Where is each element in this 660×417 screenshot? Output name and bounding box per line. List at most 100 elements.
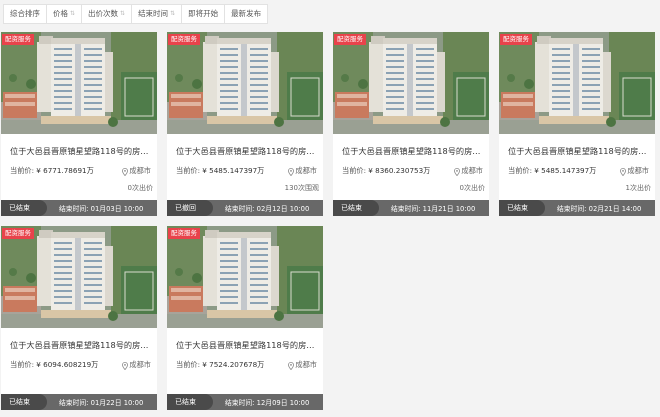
listing-title[interactable]: 位于大邑县晋原镇星望路118号的房屋、... [176,145,320,157]
price-label: 当前价: [176,360,200,369]
price-row: 当前价: ¥ 5485.147397万 成都市 [176,166,317,176]
price-info: 当前价: ¥ 5485.147397万 [508,166,596,176]
sort-label: 即将开始 [188,9,219,18]
bid-count: 1次出价 [625,184,651,192]
status-bar: 已结束 结束时间: 02月21日 14:00 [499,200,655,216]
auction-card[interactable]: 配资服务 位于大邑县晋原镇星望路118号的房屋、... 当前价: ¥ 8360.… [333,32,489,216]
sort-label: 出价次数 [88,9,119,18]
property-photo[interactable]: 配资服务 [333,32,489,134]
price-label: 当前价: [176,166,200,175]
bid-count: 0次出价 [459,184,485,192]
location-text: 成都市 [129,360,151,369]
sort-bid-count[interactable]: 出价次数 ⇅ [82,5,133,23]
status-bar: 已撤回 结束时间: 02月12日 10:00 [167,200,323,216]
current-price: ¥ 8360.230753万 [368,166,431,175]
auction-card[interactable]: 配资服务 位于大邑县晋原镇星望路118号的房屋、... 当前价: ¥ 7524.… [167,226,323,410]
status-bar: 已结束 结束时间: 11月21日 10:00 [333,200,489,216]
property-photo[interactable]: 配资服务 [167,226,323,328]
location-pin-icon [122,167,129,176]
status-badge: 已撤回 [167,200,213,216]
location: 成都市 [288,360,317,370]
location: 成都市 [122,166,151,176]
property-photo[interactable]: 配资服务 [1,226,157,328]
status-bar: 已结束 结束时间: 01月03日 10:00 [1,200,157,216]
price-label: 当前价: [10,360,34,369]
current-price: ¥ 5485.147397万 [202,166,265,175]
sort-starting-soon[interactable]: 即将开始 [182,5,226,23]
end-time: 结束时间: 01月03日 10:00 [59,205,144,213]
service-tag: 配资服务 [2,34,34,45]
service-tag: 配资服务 [500,34,532,45]
location-text: 成都市 [295,360,317,369]
price-label: 当前价: [342,166,366,175]
location-text: 成都市 [295,166,317,175]
bid-count: 0次出价 [127,184,153,192]
sort-label: 最新发布 [231,9,262,18]
end-time: 结束时间: 11月21日 10:00 [391,205,476,213]
price-info: 当前价: ¥ 6094.608219万 [10,360,98,370]
listing-title[interactable]: 位于大邑县晋原镇星望路118号的房屋、... [176,339,320,351]
current-price: ¥ 6094.608219万 [36,360,99,369]
auction-card[interactable]: 配资服务 位于大邑县晋原镇星望路118号的房屋、... 当前价: ¥ 6771.… [1,32,157,216]
sort-end-time[interactable]: 结束时间 ⇅ [132,5,183,23]
listing-title[interactable]: 位于大邑县晋原镇星望路118号的房屋、... [10,339,154,351]
price-info: 当前价: ¥ 5485.147397万 [176,166,264,176]
location-text: 成都市 [627,166,649,175]
listing-title[interactable]: 位于大邑县晋原镇星望路118号的房屋、... [342,145,486,157]
auction-card[interactable]: 配资服务 位于大邑县晋原镇星望路118号的房屋、... 当前价: ¥ 5485.… [167,32,323,216]
location-text: 成都市 [129,166,151,175]
price-row: 当前价: ¥ 7524.207678万 成都市 [176,360,317,370]
price-label: 当前价: [10,166,34,175]
sort-arrows-icon: ⇅ [120,10,126,17]
current-price: ¥ 5485.147397万 [534,166,597,175]
location-pin-icon [288,361,295,370]
listing-title[interactable]: 位于大邑县晋原镇星望路118号的房屋、... [508,145,652,157]
price-row: 当前价: ¥ 6771.78691万 成都市 [10,166,151,176]
sort-label: 综合排序 [10,9,40,18]
sort-newest[interactable]: 最新发布 [225,5,267,23]
sort-bar: 综合排序 价格 ⇅ 出价次数 ⇅ 结束时间 ⇅ 即将开始 最新发布 [3,4,269,24]
price-info: 当前价: ¥ 7524.207678万 [176,360,264,370]
sort-arrows-icon: ⇅ [70,10,76,17]
status-badge: 已结束 [1,200,47,216]
service-tag: 配资服务 [2,228,34,239]
price-row: 当前价: ¥ 5485.147397万 成都市 [508,166,649,176]
end-time: 结束时间: 12月09日 10:00 [225,399,310,407]
status-badge: 已结束 [499,200,545,216]
end-time: 结束时间: 02月12日 10:00 [225,205,310,213]
service-tag: 配资服务 [168,34,200,45]
current-price: ¥ 7524.207678万 [202,360,265,369]
end-time: 结束时间: 01月22日 10:00 [59,399,144,407]
sort-label: 结束时间 [138,9,169,18]
price-row: 当前价: ¥ 8360.230753万 成都市 [342,166,483,176]
location: 成都市 [620,166,649,176]
price-info: 当前价: ¥ 8360.230753万 [342,166,430,176]
location: 成都市 [288,166,317,176]
property-photo[interactable]: 配资服务 [1,32,157,134]
location-pin-icon [122,361,129,370]
price-info: 当前价: ¥ 6771.78691万 [10,166,94,176]
location-pin-icon [620,167,627,176]
location-text: 成都市 [461,166,483,175]
status-bar: 已结束 结束时间: 12月09日 10:00 [167,394,323,410]
auction-card[interactable]: 配资服务 位于大邑县晋原镇星望路118号的房屋、... 当前价: ¥ 6094.… [1,226,157,410]
listing-title[interactable]: 位于大邑县晋原镇星望路118号的房屋、... [10,145,154,157]
end-time: 结束时间: 02月21日 14:00 [557,205,642,213]
service-tag: 配资服务 [168,228,200,239]
sort-price[interactable]: 价格 ⇅ [47,5,83,23]
status-bar: 已结束 结束时间: 01月22日 10:00 [1,394,157,410]
bid-count: 130次围观 [284,184,319,192]
location-pin-icon [454,167,461,176]
sort-comprehensive[interactable]: 综合排序 [4,5,47,23]
current-price: ¥ 6771.78691万 [36,166,94,175]
location-pin-icon [288,167,295,176]
location: 成都市 [454,166,483,176]
property-photo[interactable]: 配资服务 [499,32,655,134]
status-badge: 已结束 [1,394,47,410]
auction-card[interactable]: 配资服务 位于大邑县晋原镇星望路118号的房屋、... 当前价: ¥ 5485.… [499,32,655,216]
property-photo[interactable]: 配资服务 [167,32,323,134]
status-badge: 已结束 [167,394,213,410]
sort-arrows-icon: ⇅ [170,10,176,17]
sort-label: 价格 [53,9,68,18]
service-tag: 配资服务 [334,34,366,45]
